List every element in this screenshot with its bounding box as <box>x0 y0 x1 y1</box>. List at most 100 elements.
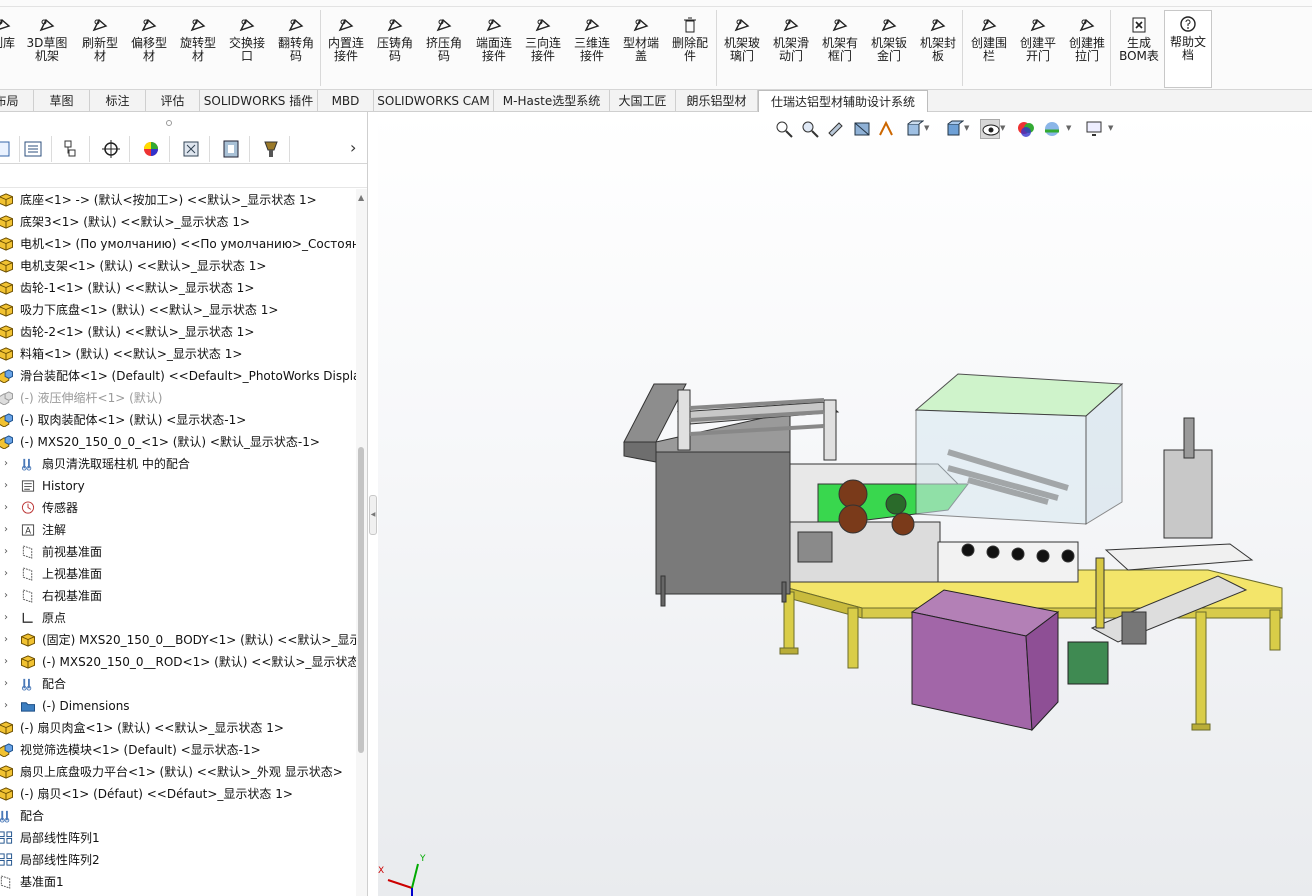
tab-configuration-manager[interactable] <box>52 136 90 162</box>
tree-row[interactable]: (-) 扇贝<1> (Défaut) <<Défaut>_显示状态 1> <box>0 783 356 805</box>
expand-arrow-icon[interactable]: › <box>4 563 8 585</box>
tree-row[interactable]: 电机<1> (По умолчанию) <<По умолчанию>_Сос… <box>0 233 356 255</box>
tab-10[interactable]: 仕瑞达铝型材辅助设计系统 <box>758 90 928 113</box>
ribbon-button-2[interactable]: 刷新型 材 <box>78 12 122 88</box>
tree-row[interactable]: › (-) Dimensions <box>0 695 356 717</box>
expand-arrow-icon[interactable]: › <box>4 541 8 563</box>
ribbon-button-7[interactable]: 内置连 接件 <box>324 12 368 88</box>
tab-0[interactable]: 布局 <box>0 90 34 112</box>
tree-row[interactable]: 视觉筛选模块<1> (Default) <显示状态-1> <box>0 739 356 761</box>
tab-7[interactable]: M-Haste选型系统 <box>494 90 610 112</box>
expand-arrow-icon[interactable]: › <box>4 651 8 673</box>
tab-1[interactable]: 草图 <box>34 90 90 112</box>
part-icon <box>0 281 13 295</box>
ribbon-button-8[interactable]: 压铸角 码 <box>373 12 417 88</box>
tree-row[interactable]: 底架3<1> (默认) <<默认>_显示状态 1> <box>0 211 356 233</box>
expand-arrow-icon[interactable]: › <box>4 607 8 629</box>
tab-toolbox[interactable] <box>252 136 290 162</box>
scrollbar-thumb[interactable] <box>358 447 364 753</box>
expand-arrow-icon[interactable]: › <box>4 497 8 519</box>
tree-row[interactable]: 齿轮-2<1> (默认) <<默认>_显示状态 1> <box>0 321 356 343</box>
tree-row[interactable]: › 传感器 <box>0 497 356 519</box>
ribbon-button-20[interactable]: 创建围 栏 <box>967 12 1011 88</box>
tree-filter-bar[interactable] <box>0 164 367 188</box>
tree-row[interactable]: 滑台装配体<1> (Default) <<Default>_PhotoWorks… <box>0 365 356 387</box>
tree-row[interactable]: (-) MXS20_150_0_0_<1> (默认) <默认_显示状态-1> <box>0 431 356 453</box>
ribbon-button-4[interactable]: 旋转型 材 <box>176 12 220 88</box>
tab-4[interactable]: SOLIDWORKS 插件 <box>200 90 318 112</box>
ribbon-button-23[interactable]: 生成 BOM表 <box>1117 12 1161 88</box>
tab-9[interactable]: 朗乐铝型材 <box>676 90 758 112</box>
tree-row[interactable]: 局部线性阵列1 <box>0 827 356 849</box>
tree-row[interactable]: 基准面1 <box>0 871 356 893</box>
tab-8[interactable]: 大国工匠 <box>610 90 676 112</box>
expand-arrow-icon[interactable]: › <box>4 519 8 541</box>
tree-row[interactable]: (-) 扇贝肉盒<1> (默认) <<默认>_显示状态 1> <box>0 717 356 739</box>
ribbon-button-15[interactable]: 机架玻 璃门 <box>720 12 764 88</box>
ribbon-button-13[interactable]: 型材端 盖 <box>619 12 663 88</box>
panel-splitter[interactable]: ◀ <box>368 112 378 896</box>
ribbon-button-6[interactable]: 翻转角 码 <box>274 12 318 88</box>
tab-display-manager[interactable] <box>132 136 170 162</box>
ribbon-button-9[interactable]: 挤压角 码 <box>422 12 466 88</box>
tree-row[interactable]: › 右视基准面 <box>0 585 356 607</box>
tree-row[interactable]: › 上视基准面 <box>0 563 356 585</box>
tab-6[interactable]: SOLIDWORKS CAM <box>374 90 494 112</box>
tree-row[interactable]: 底座<1> -> (默认<按加工>) <<默认>_显示状态 1> <box>0 189 356 211</box>
ribbon-button-17[interactable]: 机架有 框门 <box>818 12 862 88</box>
expand-arrow-icon[interactable]: › <box>4 673 8 695</box>
chevron-right-icon[interactable]: › <box>350 138 356 157</box>
tree-row[interactable]: › 前视基准面 <box>0 541 356 563</box>
scroll-up-icon[interactable]: ▲ <box>358 193 364 202</box>
ribbon-button-3[interactable]: 偏移型 材 <box>127 12 171 88</box>
tree-row[interactable]: 扇贝上底盘吸力平台<1> (默认) <<默认>_外观 显示状态> <box>0 761 356 783</box>
tree-row[interactable]: › 扇贝清洗取瑶柱机 中的配合 <box>0 453 356 475</box>
tree-row[interactable]: › A 注解 <box>0 519 356 541</box>
tab-dimxpert[interactable] <box>92 136 130 162</box>
tree-row[interactable]: 吸力下底盘<1> (默认) <<默认>_显示状态 1> <box>0 299 356 321</box>
tab-simulation[interactable] <box>212 136 250 162</box>
tab-cam[interactable] <box>172 136 210 162</box>
ribbon-button-21[interactable]: 创建平 开门 <box>1016 12 1060 88</box>
ribbon-button-22[interactable]: 创建推 拉门 <box>1065 12 1109 88</box>
expand-arrow-icon[interactable]: › <box>4 629 8 651</box>
ribbon-button-1[interactable]: 3D草图 机架 <box>24 12 70 88</box>
ribbon-button-24[interactable]: 帮助文 档 <box>1164 10 1212 88</box>
ribbon-button-5[interactable]: 交换接 口 <box>225 12 269 88</box>
expand-arrow-icon[interactable]: › <box>4 453 8 475</box>
graphics-viewport[interactable]: ▼ ▼ ▼ ▼ ▼ X Y <box>378 112 1312 896</box>
machine-assembly-model[interactable] <box>378 112 1312 896</box>
ribbon-button-19[interactable]: 机架封 板 <box>916 12 960 88</box>
collapse-panel-handle[interactable]: ◀ <box>369 495 377 535</box>
tree-row[interactable]: 齿轮-1<1> (默认) <<默认>_显示状态 1> <box>0 277 356 299</box>
tree-row[interactable]: › 原点 <box>0 607 356 629</box>
tab-2[interactable]: 标注 <box>90 90 146 112</box>
tree-row[interactable]: 料箱<1> (默认) <<默认>_显示状态 1> <box>0 343 356 365</box>
tree-row[interactable]: (-) 取肉装配体<1> (默认) <显示状态-1> <box>0 409 356 431</box>
ribbon-button-11[interactable]: 三向连 接件 <box>521 12 565 88</box>
tab-property-manager[interactable] <box>14 136 52 162</box>
ribbon-button-14[interactable]: 删除配 件 <box>668 12 712 88</box>
ribbon-button-16[interactable]: 机架滑 动门 <box>769 12 813 88</box>
tree-row[interactable]: 电机支架<1> (默认) <<默认>_显示状态 1> <box>0 255 356 277</box>
tree-row[interactable]: 局部线性阵列2 <box>0 849 356 871</box>
expand-arrow-icon[interactable]: › <box>4 475 8 497</box>
ribbon-button-12[interactable]: 三维连 接件 <box>570 12 614 88</box>
tree-row[interactable]: › History <box>0 475 356 497</box>
tree-row[interactable]: 配合 <box>0 805 356 827</box>
ribbon-button-0[interactable]: 制库 <box>0 12 20 88</box>
tree-scrollbar[interactable]: ▲ <box>356 189 367 896</box>
linear-pattern-icon <box>0 831 13 844</box>
panel-grip-icon[interactable] <box>166 120 172 126</box>
expand-arrow-icon[interactable]: › <box>4 585 8 607</box>
ribbon-top-strip <box>0 0 1312 7</box>
tree-row[interactable]: › (固定) MXS20_150_0__BODY<1> (默认) <<默认>_显示… <box>0 629 356 651</box>
tab-3[interactable]: 评估 <box>146 90 200 112</box>
ribbon-button-18[interactable]: 机架钣 金门 <box>867 12 911 88</box>
tree-row[interactable]: (-) 液压伸缩杆<1> (默认) <box>0 387 356 409</box>
expand-arrow-icon[interactable]: › <box>4 695 8 717</box>
ribbon-button-10[interactable]: 端面连 接件 <box>472 12 516 88</box>
tab-5[interactable]: MBD <box>318 90 374 112</box>
tree-row[interactable]: › (-) MXS20_150_0__ROD<1> (默认) <<默认>_显示状态… <box>0 651 356 673</box>
tree-row[interactable]: › 配合 <box>0 673 356 695</box>
